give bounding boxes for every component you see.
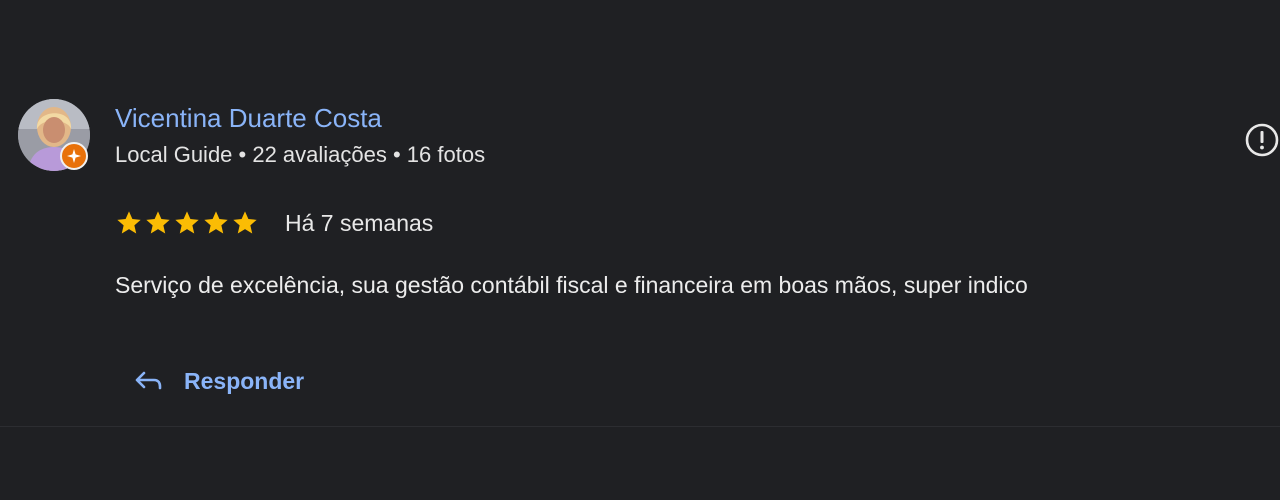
reply-button[interactable]: Responder xyxy=(132,362,304,400)
reviewer-avatar[interactable] xyxy=(18,99,90,171)
reviewer-name[interactable]: Vicentina Duarte Costa xyxy=(115,102,382,134)
review-card: Vicentina Duarte Costa Local Guide • 22 … xyxy=(0,0,1280,427)
page: Vicentina Duarte Costa Local Guide • 22 … xyxy=(0,0,1280,500)
report-button[interactable] xyxy=(1244,122,1280,158)
star-icon xyxy=(204,211,228,234)
review-text: Serviço de excelência, sua gestão contáb… xyxy=(115,272,1028,298)
star-icon xyxy=(233,211,257,234)
star-icon xyxy=(175,211,199,234)
local-guide-star-icon xyxy=(60,142,88,170)
star-icon xyxy=(117,211,141,234)
alert-circle-icon xyxy=(1245,123,1279,157)
star-rating xyxy=(115,209,259,237)
rating-row: Há 7 semanas xyxy=(115,208,433,238)
review-date: Há 7 semanas xyxy=(285,210,434,236)
reply-label: Responder xyxy=(184,368,305,394)
reviewer-meta: Local Guide • 22 avaliações • 16 fotos xyxy=(115,142,486,167)
star-icon xyxy=(146,211,170,234)
reply-arrow-icon xyxy=(132,365,164,397)
